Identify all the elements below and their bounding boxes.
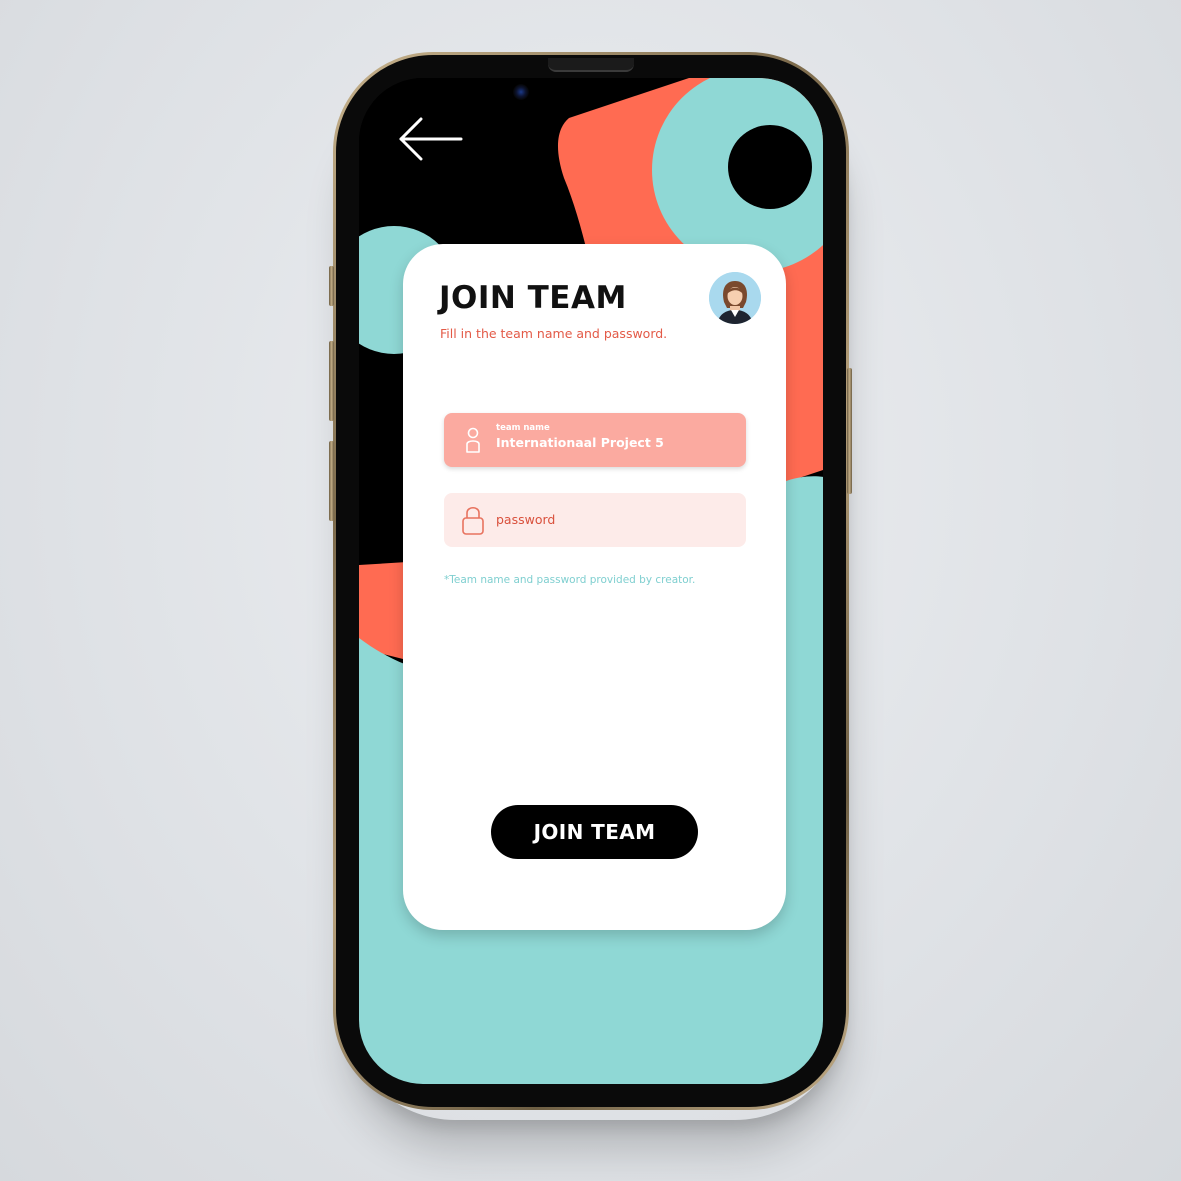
- team-name-label: team name: [496, 423, 550, 433]
- side-button-mute: [329, 266, 334, 306]
- arrow-left-icon: [399, 117, 463, 161]
- woman-avatar-icon: [709, 272, 761, 324]
- user-icon: [466, 427, 480, 453]
- team-name-input[interactable]: [496, 435, 726, 450]
- avatar[interactable]: [709, 272, 761, 324]
- join-team-button[interactable]: JOIN TEAM: [491, 805, 698, 859]
- password-field[interactable]: [444, 493, 746, 547]
- page-title: JOIN TEAM: [439, 280, 627, 316]
- password-input[interactable]: [496, 512, 726, 527]
- lock-icon: [462, 506, 484, 535]
- join-team-card: JOIN TEAM Fill in the team name and pass…: [403, 244, 786, 930]
- side-button-volume-up: [329, 341, 334, 421]
- camera-dot: [513, 84, 529, 100]
- side-button-power: [847, 368, 852, 494]
- page-subtitle: Fill in the team name and password.: [440, 326, 668, 341]
- hint-text: *Team name and password provided by crea…: [444, 574, 696, 586]
- speaker-notch: [548, 58, 634, 72]
- phone-screen: JOIN TEAM Fill in the team name and pass…: [359, 78, 823, 1084]
- back-button[interactable]: [397, 114, 467, 164]
- bg-ring-hole: [728, 125, 812, 209]
- side-button-volume-down: [329, 441, 334, 521]
- team-name-field[interactable]: team name: [444, 413, 746, 467]
